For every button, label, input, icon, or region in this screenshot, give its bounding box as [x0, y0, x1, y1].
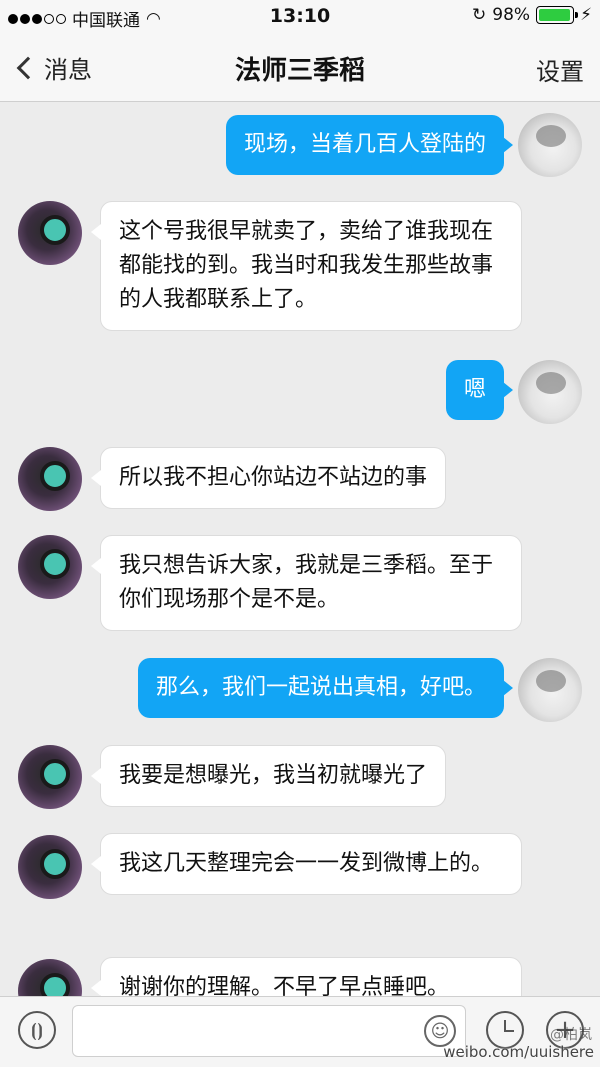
- contact-avatar[interactable]: [18, 201, 82, 265]
- contact-avatar[interactable]: [18, 535, 82, 599]
- watermark-handle: @柏岚: [550, 1027, 592, 1043]
- message-bubble-outgoing[interactable]: 现场，当着几百人登陆的: [225, 115, 514, 175]
- my-avatar[interactable]: [518, 658, 582, 722]
- message-bubble-incoming[interactable]: 我要是想曝光，我当初就曝光了: [90, 745, 447, 807]
- contact-avatar[interactable]: [18, 745, 82, 809]
- my-avatar[interactable]: [518, 113, 582, 177]
- chat-area[interactable]: 现场，当着几百人登陆的 这个号我很早就卖了，卖给了谁我现在都能找的到。我当时和我…: [0, 103, 600, 996]
- status-bar: 中国联通 ◠ 13:10 ↻ 98% ⚡: [0, 0, 600, 34]
- message-bubble-incoming[interactable]: 谢谢你的理解。不早了早点睡吧。: [91, 957, 522, 996]
- charging-icon: ⚡: [580, 5, 592, 25]
- battery-percent: 98%: [492, 5, 531, 25]
- contact-avatar[interactable]: [18, 835, 82, 899]
- battery-icon: [536, 6, 579, 24]
- message-bubble-incoming[interactable]: 我这几天整理完会一一发到微博上的。: [91, 833, 522, 895]
- navigation-bar: 消息 法师三季稻 设置: [0, 34, 600, 102]
- settings-button[interactable]: 设置: [536, 52, 584, 87]
- message-bubble-incoming[interactable]: 所以我不担心你站边不站边的事: [90, 447, 447, 509]
- status-right: ↻ 98% ⚡: [472, 5, 592, 25]
- watermark: weibo.com/uuishere: [443, 1043, 594, 1061]
- message-input[interactable]: [72, 1005, 466, 1057]
- contact-avatar[interactable]: [18, 447, 82, 511]
- contact-avatar[interactable]: [18, 959, 82, 996]
- message-bubble-incoming[interactable]: 这个号我很早就卖了，卖给了谁我现在都能找的到。我当时和我发生那些故事的人我都联系…: [91, 201, 522, 331]
- message-bubble-outgoing[interactable]: 嗯: [445, 360, 514, 420]
- message-bubble-outgoing[interactable]: 那么，我们一起说出真相，好吧。: [137, 658, 514, 718]
- message-bubble-incoming[interactable]: 我只想告诉大家，我就是三季稻。至于你们现场那个是不是。: [91, 535, 522, 631]
- rotation-lock-icon: ↻: [472, 5, 487, 25]
- battery-fill: [539, 9, 571, 21]
- voice-icon[interactable]: ⦗⦘: [18, 1011, 56, 1049]
- chat-title: 法师三季稻: [234, 56, 365, 86]
- my-avatar[interactable]: [518, 360, 582, 424]
